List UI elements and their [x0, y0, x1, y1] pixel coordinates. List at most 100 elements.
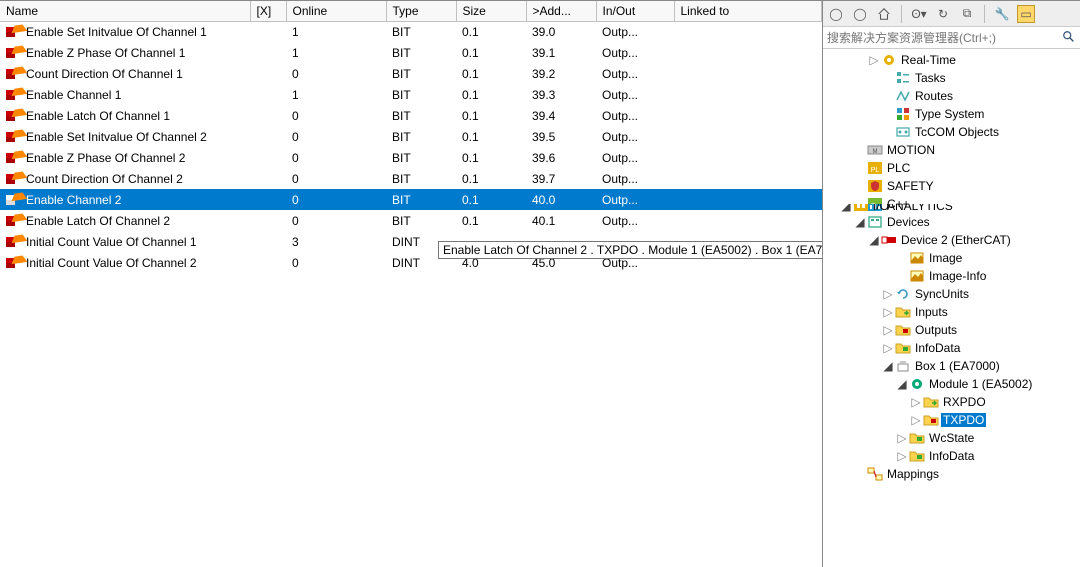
- collapse-icon[interactable]: ▷: [881, 341, 895, 355]
- tree-node[interactable]: ▷WcState: [823, 429, 1080, 447]
- tree-node[interactable]: Image-Info: [823, 267, 1080, 285]
- var-name: Enable Latch Of Channel 1: [26, 109, 170, 123]
- search-input[interactable]: [823, 29, 1080, 47]
- col-type[interactable]: Type: [386, 1, 456, 21]
- col-addr[interactable]: >Add...: [526, 1, 596, 21]
- collapse-icon[interactable]: ▷: [881, 287, 895, 301]
- tree-label: RXPDO: [941, 395, 988, 409]
- collapse-button[interactable]: ⧉: [958, 5, 976, 23]
- table-row[interactable]: Count Direction Of Channel 10BIT0.139.2O…: [0, 63, 822, 84]
- tree-label: InfoData: [913, 341, 962, 355]
- expand-icon[interactable]: ◢: [839, 204, 853, 213]
- tree-label: TXPDO: [941, 413, 986, 427]
- box-icon: [895, 358, 911, 374]
- tree-node[interactable]: MMOTION: [823, 141, 1080, 159]
- table-row[interactable]: Enable Channel 11BIT0.139.3Outp...: [0, 84, 822, 105]
- table-row[interactable]: Enable Z Phase Of Channel 11BIT0.139.1Ou…: [0, 42, 822, 63]
- collapse-icon[interactable]: ▷: [895, 449, 909, 463]
- folder-info-icon: [909, 430, 925, 446]
- variable-table[interactable]: Name [X] Online Type Size >Add... In/Out…: [0, 1, 822, 273]
- tree-node[interactable]: ▷Real-Time: [823, 51, 1080, 69]
- separator: [984, 5, 985, 23]
- tree-node[interactable]: ◢Devices: [823, 213, 1080, 231]
- var-name: Count Direction Of Channel 2: [26, 172, 183, 186]
- col-online[interactable]: Online: [286, 1, 386, 21]
- variable-grid-panel: Name [X] Online Type Size >Add... In/Out…: [0, 1, 822, 567]
- col-x[interactable]: [X]: [250, 1, 286, 21]
- collapse-icon[interactable]: ▷: [881, 323, 895, 337]
- no-expander: [881, 71, 895, 85]
- tree-node[interactable]: ▷SyncUnits: [823, 285, 1080, 303]
- gear-yellow-icon: [881, 52, 897, 68]
- variable-icon: [6, 110, 22, 122]
- folder-info-icon: [895, 340, 911, 356]
- no-expander: [853, 161, 867, 175]
- tree-label: PLC: [885, 161, 912, 175]
- svg-text:M: M: [873, 149, 878, 155]
- folder-info-icon: [909, 448, 925, 464]
- search-icon: [1062, 30, 1076, 44]
- variable-icon: [6, 194, 22, 206]
- tree-node[interactable]: Mappings: [823, 465, 1080, 483]
- plc-icon: PL: [867, 160, 883, 176]
- expand-icon[interactable]: ◢: [853, 215, 867, 229]
- collapse-icon[interactable]: ▷: [909, 413, 923, 427]
- table-row[interactable]: Enable Set Initvalue Of Channel 20BIT0.1…: [0, 126, 822, 147]
- home-button[interactable]: [875, 5, 893, 23]
- tree-node[interactable]: PLPLC: [823, 159, 1080, 177]
- tree-label: SAFETY: [885, 179, 936, 193]
- mappings-icon: [867, 466, 883, 482]
- explorer-toolbar: ◯ ◯ ʘ▾ ↻ ⧉ 🔧 ▭: [823, 1, 1080, 27]
- solution-tree[interactable]: ▷Real-TimeTasksRoutesType SystemTcCOM Ob…: [823, 49, 1080, 567]
- typesys-icon: [895, 106, 911, 122]
- tree-label: Image-Info: [927, 269, 988, 283]
- tree-node[interactable]: ▷Inputs: [823, 303, 1080, 321]
- tree-node[interactable]: ◢Device 2 (EtherCAT): [823, 231, 1080, 249]
- search-box[interactable]: [823, 27, 1080, 49]
- forward-button[interactable]: ◯: [851, 5, 869, 23]
- properties-button[interactable]: 🔧: [993, 5, 1011, 23]
- tree-node[interactable]: Tasks: [823, 69, 1080, 87]
- tree-node[interactable]: ◢Box 1 (EA7000): [823, 357, 1080, 375]
- expand-icon[interactable]: ◢: [881, 359, 895, 373]
- ethercat-icon: [881, 232, 897, 248]
- col-name[interactable]: Name: [0, 1, 250, 21]
- tree-label: InfoData: [927, 449, 976, 463]
- tree-node[interactable]: ▷ TXPDO: [823, 411, 1080, 429]
- expand-icon[interactable]: ◢: [895, 377, 909, 391]
- col-linked[interactable]: Linked to: [674, 1, 822, 21]
- tree-node[interactable]: Type System: [823, 105, 1080, 123]
- col-inout[interactable]: In/Out: [596, 1, 674, 21]
- variable-icon: [6, 215, 22, 227]
- tree-node[interactable]: ▷ RXPDO: [823, 393, 1080, 411]
- back-button[interactable]: ◯: [827, 5, 845, 23]
- tree-node[interactable]: ▷ InfoData: [823, 447, 1080, 465]
- no-expander: [853, 179, 867, 193]
- tree-node[interactable]: ▷Outputs: [823, 321, 1080, 339]
- preview-button[interactable]: ▭: [1017, 5, 1035, 23]
- expand-icon[interactable]: ◢: [867, 233, 881, 247]
- var-name: Count Direction Of Channel 1: [26, 67, 183, 81]
- table-row[interactable]: Enable Z Phase Of Channel 20BIT0.139.6Ou…: [0, 147, 822, 168]
- col-size[interactable]: Size: [456, 1, 526, 21]
- tree-node[interactable]: ◢Module 1 (EA5002): [823, 375, 1080, 393]
- table-row[interactable]: Enable Latch Of Channel 10BIT0.139.4Outp…: [0, 105, 822, 126]
- table-row[interactable]: Enable Channel 20BIT0.140.0Outp...: [0, 189, 822, 210]
- io-icon: [853, 204, 869, 213]
- tree-node[interactable]: ▷ InfoData: [823, 339, 1080, 357]
- tree-node[interactable]: Routes: [823, 87, 1080, 105]
- tree-node[interactable]: SAFETY: [823, 177, 1080, 195]
- refresh-button[interactable]: ↻: [934, 5, 952, 23]
- collapse-icon[interactable]: ▷: [867, 53, 881, 67]
- table-row[interactable]: Count Direction Of Channel 20BIT0.139.7O…: [0, 168, 822, 189]
- tree-node[interactable]: TcCOM Objects: [823, 123, 1080, 141]
- table-row[interactable]: Enable Set Initvalue Of Channel 11BIT0.1…: [0, 21, 822, 42]
- collapse-icon[interactable]: ▷: [881, 305, 895, 319]
- collapse-icon[interactable]: ▷: [909, 395, 923, 409]
- sync-button[interactable]: ʘ▾: [910, 5, 928, 23]
- table-header-row[interactable]: Name [X] Online Type Size >Add... In/Out…: [0, 1, 822, 21]
- collapse-icon[interactable]: ▷: [895, 431, 909, 445]
- table-row[interactable]: Enable Latch Of Channel 20BIT0.140.1Outp…: [0, 210, 822, 231]
- var-name: Enable Channel 1: [26, 88, 121, 102]
- tree-node[interactable]: Image: [823, 249, 1080, 267]
